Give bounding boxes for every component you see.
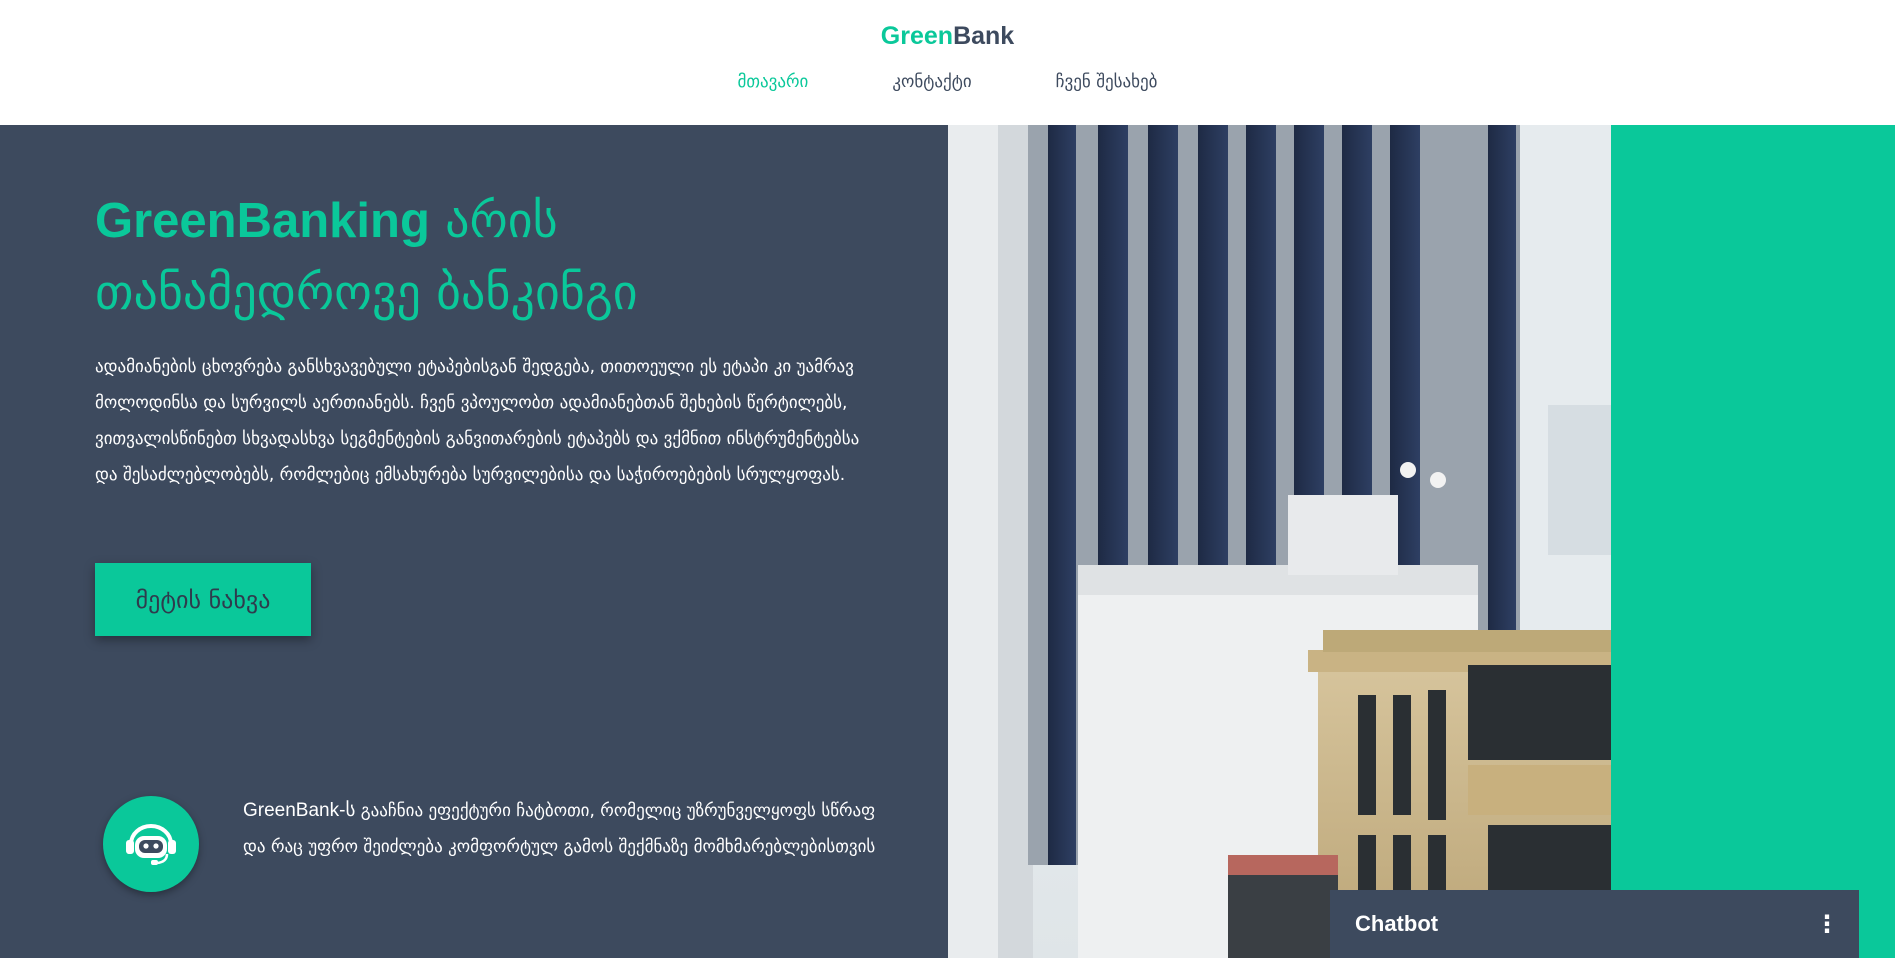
main-nav: მთავარი კონტაქტი ჩვენ შესახებ (0, 72, 1895, 92)
buildings-image (948, 125, 1611, 958)
hero-section: GreenBanking არის თანამედროვე ბანკინგი ად… (0, 125, 948, 958)
nav-item-home[interactable]: მთავარი (738, 72, 809, 92)
hero-title-brand: GreenBanking (95, 194, 430, 248)
chatbot-widget[interactable]: Chatbot ⋮ (1330, 890, 1859, 958)
hero-title-rest-2: თანამედროვე ბანკინგი (95, 265, 638, 321)
hero-description: ადამიანების ცხოვრება განსხვავებული ეტაპე… (95, 357, 860, 485)
nav-item-contact[interactable]: კონტაქტი (892, 72, 971, 92)
site-header: GreenBank მთავარი კონტაქტი ჩვენ შესახებ (0, 0, 1895, 125)
logo[interactable]: GreenBank (0, 22, 1895, 51)
more-options-icon[interactable]: ⋮ (1815, 912, 1839, 936)
logo-green-part: Green (880, 22, 954, 50)
robot-icon (103, 796, 199, 892)
chatbot-description-brand: GreenBank-ს (243, 800, 356, 821)
chatbot-title: Chatbot (1355, 911, 1439, 936)
chatbot-description: GreenBank-ს გააჩნია ეფექტური ჩატბოთი, რო… (243, 793, 883, 865)
accent-panel (1611, 125, 1895, 958)
hero-title-rest-1: არის (429, 193, 558, 249)
logo-dark-part: Bank (953, 22, 1015, 50)
see-more-button[interactable]: მეტის ნახვა (95, 563, 311, 636)
nav-item-about[interactable]: ჩვენ შესახებ (1056, 72, 1158, 92)
hero-title: GreenBanking არის თანამედროვე ბანკინგი (95, 185, 855, 329)
